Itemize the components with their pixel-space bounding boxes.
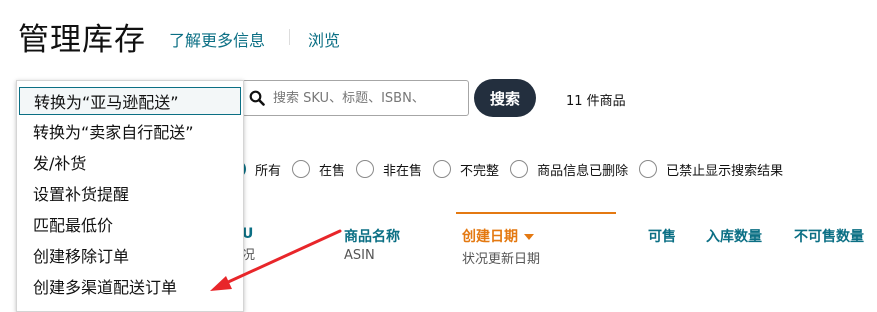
column-status-date-label: 状况更新日期 <box>462 252 541 267</box>
filter-suppressed-label: 已禁止显示搜索结果 <box>666 163 784 179</box>
column-asin-label: ASIN <box>344 248 375 263</box>
status-filters: 所有 在售 非在售 不完整 商品信息已删除 已禁止显示搜索结果 <box>228 156 794 182</box>
item-count: 11 件商品 <box>566 94 626 109</box>
filter-active-label: 在售 <box>319 163 346 179</box>
browse-link[interactable]: 浏览 <box>308 27 340 51</box>
filter-incomplete[interactable]: 不完整 <box>433 160 499 179</box>
dropdown-item-match-lowest-price[interactable]: 匹配最低价 <box>17 208 243 239</box>
filter-suppressed[interactable]: 已禁止显示搜索结果 <box>639 160 783 179</box>
dropdown-item-create-removal-order[interactable]: 创建移除订单 <box>17 239 243 270</box>
filter-inactive-label: 非在售 <box>383 163 423 179</box>
column-available-label: 可售 <box>648 229 676 245</box>
column-available[interactable]: 可售 <box>648 226 676 246</box>
column-unfulfillable-label: 不可售数量 <box>794 229 864 245</box>
column-inbound-label: 入库数量 <box>706 229 762 245</box>
page-title: 管理库存 <box>18 22 146 58</box>
dropdown-item-convert-mfn[interactable]: 转换为“卖家自行配送” <box>17 115 243 146</box>
dropdown-item-send-replenish[interactable]: 发/补货 <box>17 146 243 177</box>
column-product-name[interactable]: 商品名称 ASIN <box>344 226 400 263</box>
radio-incomplete[interactable] <box>433 160 452 178</box>
dropdown-item-create-mcf-order[interactable]: 创建多渠道配送订单 <box>17 270 243 301</box>
column-unfulfillable[interactable]: 不可售数量 <box>794 226 864 246</box>
filter-incomplete-label: 不完整 <box>460 163 500 179</box>
dropdown-item-convert-fba[interactable]: 转换为“亚马逊配送” <box>19 87 241 115</box>
header-divider <box>289 29 290 45</box>
filter-active[interactable]: 在售 <box>292 160 345 179</box>
radio-active[interactable] <box>292 160 311 178</box>
bulk-action-dropdown: 转换为“亚马逊配送” 转换为“卖家自行配送” 发/补货 设置补货提醒 匹配最低价… <box>16 80 244 312</box>
learn-more-link[interactable]: 了解更多信息 <box>169 27 265 51</box>
sort-desc-icon <box>524 234 534 240</box>
column-created-date-label: 创建日期 <box>462 229 518 245</box>
radio-suppressed[interactable] <box>639 160 658 178</box>
sort-indicator-bar <box>456 212 616 214</box>
column-product-name-label: 商品名称 <box>344 229 400 245</box>
dropdown-item-restock-alert[interactable]: 设置补货提醒 <box>17 177 243 208</box>
filter-deleted[interactable]: 商品信息已删除 <box>510 160 628 179</box>
search-icon <box>249 90 265 106</box>
filter-deleted-label: 商品信息已删除 <box>537 163 629 179</box>
radio-inactive[interactable] <box>356 160 375 178</box>
filter-all-label: 所有 <box>255 163 282 179</box>
column-created-date[interactable]: 创建日期 状况更新日期 <box>462 226 540 267</box>
column-inbound[interactable]: 入库数量 <box>706 226 762 246</box>
search-field[interactable] <box>242 80 469 116</box>
search-button[interactable]: 搜索 <box>474 79 536 117</box>
search-input[interactable] <box>273 81 463 115</box>
radio-deleted[interactable] <box>510 160 529 178</box>
filter-inactive[interactable]: 非在售 <box>356 160 422 179</box>
